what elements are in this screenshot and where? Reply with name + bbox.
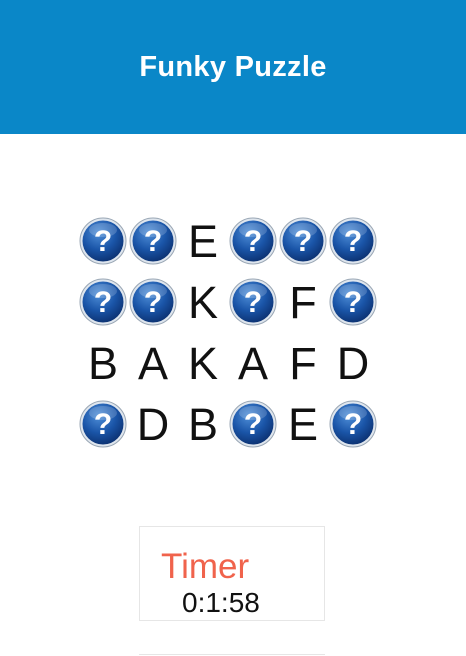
svg-text:?: ? — [94, 408, 112, 441]
tile-letter: B — [87, 337, 118, 389]
svg-text:?: ? — [144, 286, 162, 319]
revealed-tile[interactable]: D — [128, 399, 178, 449]
hidden-tile[interactable]: ? — [328, 216, 378, 266]
hidden-tile[interactable]: ? — [78, 216, 128, 266]
hidden-tile[interactable]: ? — [328, 399, 378, 449]
revealed-tile[interactable]: B — [78, 338, 128, 388]
svg-text:?: ? — [344, 225, 362, 258]
timer-panel: Timer 0:1:58 — [139, 526, 325, 621]
svg-text:?: ? — [344, 286, 362, 319]
svg-text:?: ? — [244, 225, 262, 258]
puzzle-board: ?? E????? K? F? B A K A F D? D B? E? — [78, 216, 378, 448]
page-title: Funky Puzzle — [139, 50, 327, 83]
revealed-tile[interactable]: K — [178, 338, 228, 388]
svg-text:?: ? — [144, 225, 162, 258]
question-mark-icon: ? — [279, 217, 327, 265]
hidden-tile[interactable]: ? — [278, 216, 328, 266]
svg-text:?: ? — [294, 225, 312, 258]
hidden-tile[interactable]: ? — [128, 277, 178, 327]
svg-text:?: ? — [94, 286, 112, 319]
tile-letter: E — [287, 398, 318, 450]
question-mark-icon: ? — [79, 217, 127, 265]
tile-letter: F — [289, 337, 317, 389]
timer-label: Timer — [161, 547, 250, 586]
svg-text:?: ? — [244, 286, 262, 319]
revealed-tile[interactable]: A — [228, 338, 278, 388]
hidden-tile[interactable]: ? — [78, 277, 128, 327]
question-mark-icon: ? — [229, 278, 277, 326]
question-mark-icon: ? — [79, 278, 127, 326]
question-mark-icon: ? — [329, 278, 377, 326]
revealed-tile[interactable]: A — [128, 338, 178, 388]
tile-letter: A — [137, 337, 168, 389]
hidden-tile[interactable]: ? — [328, 277, 378, 327]
divider — [139, 654, 325, 655]
timer-value: 0:1:58 — [182, 587, 260, 618]
svg-text:?: ? — [94, 225, 112, 258]
question-mark-icon: ? — [79, 400, 127, 448]
svg-text:?: ? — [244, 408, 262, 441]
tile-letter: F — [289, 276, 317, 328]
tile-letter: D — [136, 398, 170, 450]
tile-letter: D — [336, 337, 370, 389]
question-mark-icon: ? — [129, 217, 177, 265]
revealed-tile[interactable]: B — [178, 399, 228, 449]
revealed-tile[interactable]: E — [178, 216, 228, 266]
revealed-tile[interactable]: D — [328, 338, 378, 388]
revealed-tile[interactable]: F — [278, 277, 328, 327]
hidden-tile[interactable]: ? — [78, 399, 128, 449]
revealed-tile[interactable]: K — [178, 277, 228, 327]
hidden-tile[interactable]: ? — [228, 399, 278, 449]
revealed-tile[interactable]: E — [278, 399, 328, 449]
tile-letter: B — [187, 398, 218, 450]
hidden-tile[interactable]: ? — [128, 216, 178, 266]
tile-letter: E — [187, 215, 218, 267]
question-mark-icon: ? — [229, 217, 277, 265]
app-header: Funky Puzzle — [0, 0, 466, 134]
tile-letter: A — [237, 337, 268, 389]
revealed-tile[interactable]: F — [278, 338, 328, 388]
tile-letter: K — [187, 337, 218, 389]
question-mark-icon: ? — [329, 400, 377, 448]
hidden-tile[interactable]: ? — [228, 216, 278, 266]
question-mark-icon: ? — [229, 400, 277, 448]
question-mark-icon: ? — [129, 278, 177, 326]
question-mark-icon: ? — [329, 217, 377, 265]
hidden-tile[interactable]: ? — [228, 277, 278, 327]
svg-text:?: ? — [344, 408, 362, 441]
tile-letter: K — [187, 276, 218, 328]
